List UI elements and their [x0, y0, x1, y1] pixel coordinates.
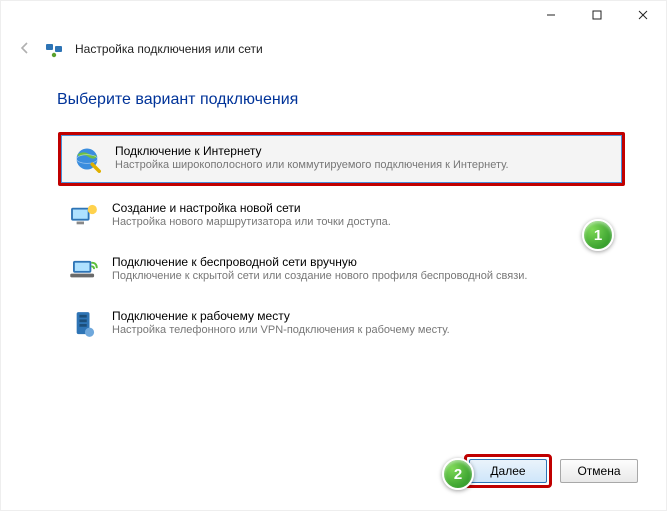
close-button[interactable] — [620, 1, 666, 29]
option-internet-connection[interactable]: Подключение к Интернету Настройка широко… — [58, 132, 625, 186]
connection-options-list: Подключение к Интернету Настройка широко… — [57, 131, 626, 355]
option-manual-wireless[interactable]: Подключение к беспроводной сети вручную … — [58, 246, 625, 294]
back-arrow-icon[interactable] — [17, 40, 33, 59]
globe-icon — [71, 143, 103, 175]
option-title: Подключение к рабочему месту — [112, 309, 450, 323]
minimize-button[interactable] — [528, 1, 574, 29]
option-title: Подключение к беспроводной сети вручную — [112, 255, 527, 269]
option-title: Создание и настройка новой сети — [112, 201, 391, 215]
option-desc: Настройка широкополосного или коммутируе… — [115, 159, 509, 173]
wizard-footer: Далее Отмена — [464, 454, 638, 488]
option-desc: Подключение к скрытой сети или создание … — [112, 270, 527, 284]
option-new-network[interactable]: Создание и настройка новой сети Настройк… — [58, 192, 625, 240]
wizard-body: Выберите вариант подключения Подключение… — [1, 69, 666, 355]
annotation-badge-2: 2 — [442, 458, 474, 490]
window-title: Настройка подключения или сети — [75, 42, 263, 56]
network-center-icon — [45, 40, 63, 58]
cancel-button[interactable]: Отмена — [560, 459, 638, 483]
server-icon — [68, 308, 100, 340]
option-desc: Настройка телефонного или VPN-подключени… — [112, 324, 450, 338]
option-title: Подключение к Интернету — [115, 144, 509, 158]
wizard-window: Настройка подключения или сети Выберите … — [0, 0, 667, 511]
titlebar — [1, 1, 666, 29]
page-heading: Выберите вариант подключения — [57, 91, 626, 109]
header: Настройка подключения или сети — [1, 29, 666, 69]
annotation-badge-1: 1 — [582, 219, 614, 251]
next-button-highlight: Далее — [464, 454, 552, 488]
maximize-button[interactable] — [574, 1, 620, 29]
option-workplace[interactable]: Подключение к рабочему месту Настройка т… — [58, 300, 625, 348]
router-icon — [68, 200, 100, 232]
laptop-wifi-icon — [68, 254, 100, 286]
next-button[interactable]: Далее — [469, 459, 547, 483]
option-desc: Настройка нового маршрутизатора или точк… — [112, 216, 391, 230]
